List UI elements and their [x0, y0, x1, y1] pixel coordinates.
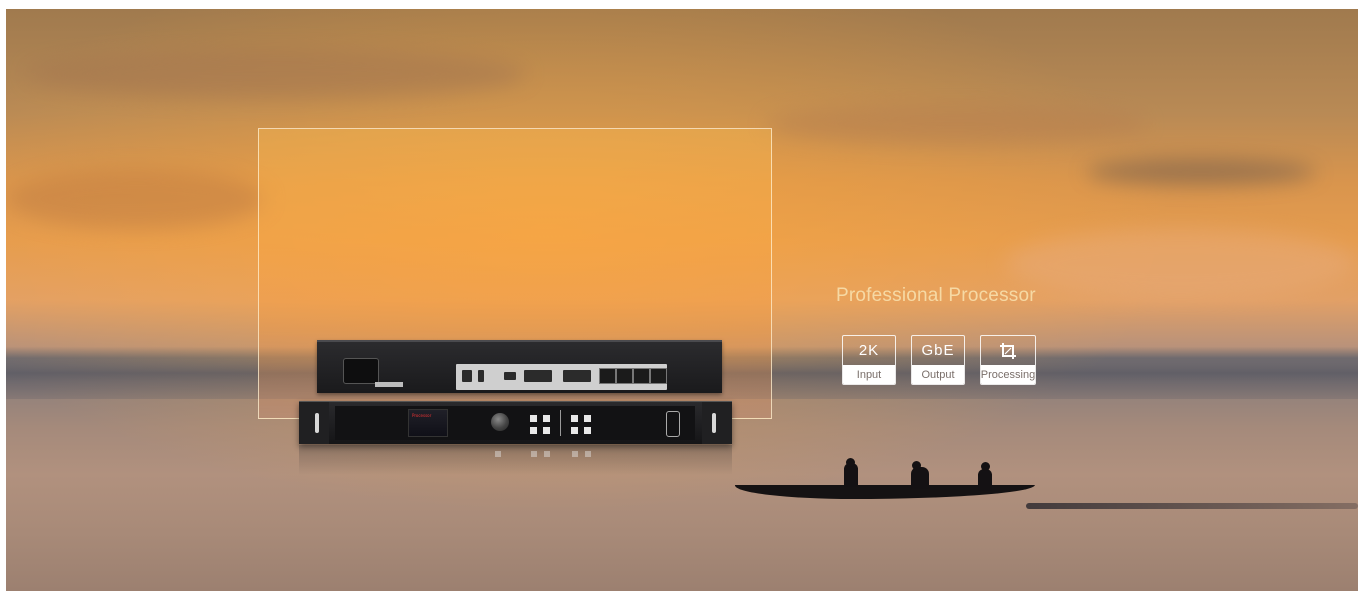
reflection-mark — [495, 451, 501, 457]
badge-label: Processing — [981, 365, 1035, 384]
power-socket-icon — [343, 358, 379, 384]
front-button — [571, 427, 578, 434]
reflection-mark — [572, 451, 578, 457]
usb-port-icon — [462, 370, 472, 382]
io-port-panel — [456, 364, 667, 390]
front-button — [543, 415, 550, 422]
screen-brand-text: Processor — [412, 413, 432, 418]
cloud — [6, 169, 266, 229]
front-button — [571, 415, 578, 422]
hdmi-port-icon — [504, 372, 516, 380]
hero-banner: Processor Professional Processor 2K Inpu… — [6, 9, 1358, 591]
rack-slot — [712, 413, 716, 433]
rower-head — [912, 461, 921, 470]
front-button — [530, 415, 537, 422]
rack-ear-left — [299, 402, 329, 444]
ethernet-port-icon — [616, 368, 633, 384]
processor-rear-panel — [317, 340, 722, 393]
rower-silhouette — [978, 469, 992, 491]
knob-icon — [491, 413, 509, 431]
rear-label — [375, 382, 403, 387]
feature-badge-input: 2K Input — [842, 335, 896, 385]
ethernet-port-icon — [633, 368, 650, 384]
reflection-mark — [531, 451, 537, 457]
cloud — [26, 49, 526, 99]
front-button — [584, 427, 591, 434]
rower-silhouette — [911, 467, 929, 489]
dvi-port-icon — [563, 370, 591, 382]
ethernet-port-icon — [599, 368, 616, 384]
boat-wake — [1026, 503, 1358, 509]
cloud — [1006, 229, 1356, 299]
rack-slot — [315, 413, 319, 433]
crop-icon — [981, 336, 1035, 365]
switch-port-icon — [478, 370, 484, 382]
reflection-mark — [585, 451, 591, 457]
badge-label: Output — [912, 365, 964, 384]
feature-badge-output: GbE Output — [911, 335, 965, 385]
device-reflection — [299, 445, 732, 475]
front-control-panel: Processor — [335, 406, 695, 440]
reflection-mark — [544, 451, 550, 457]
cloud — [766, 104, 1146, 144]
ethernet-port-icon — [650, 368, 667, 384]
front-button — [584, 415, 591, 422]
rack-ear-right — [702, 402, 732, 444]
cloud — [1086, 159, 1316, 185]
processor-front-panel: Processor — [299, 401, 732, 444]
rower-head — [981, 462, 990, 471]
feature-badge-processing: Processing — [980, 335, 1036, 385]
panel-divider — [560, 410, 561, 436]
lcd-screen: Processor — [408, 409, 448, 437]
rower-head — [846, 458, 855, 467]
front-button — [530, 427, 537, 434]
product-headline: Professional Processor — [836, 285, 1036, 306]
badge-label: Input — [843, 365, 895, 384]
badge-value: 2K — [858, 342, 880, 359]
badge-value: GbE — [921, 342, 955, 359]
power-switch-icon — [666, 411, 680, 437]
front-button — [543, 427, 550, 434]
dvi-port-icon — [524, 370, 552, 382]
